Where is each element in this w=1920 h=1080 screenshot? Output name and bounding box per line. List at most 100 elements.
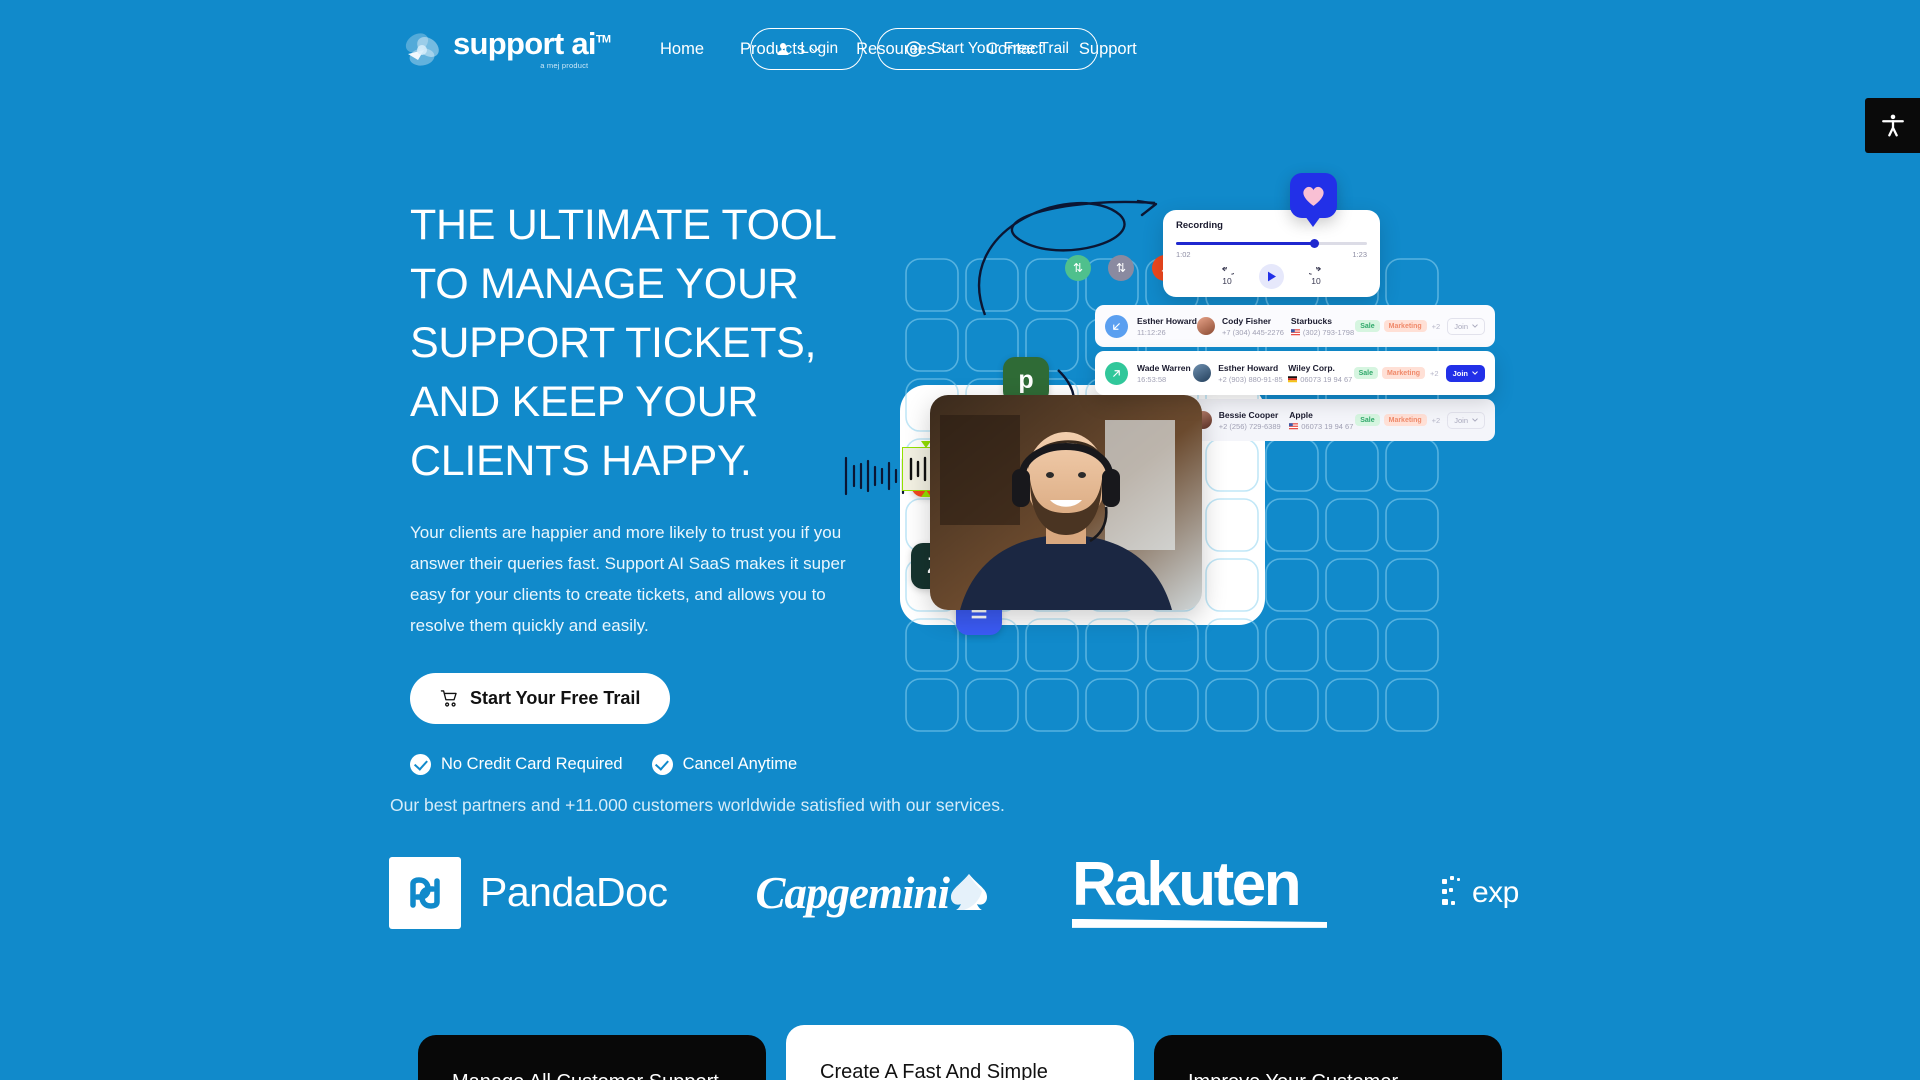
tag-marketing: Marketing [1383,320,1427,332]
rakuten-underline [1072,918,1327,928]
nav-item-home[interactable]: Home [660,40,704,59]
tag-overflow-count: +2 [1430,368,1439,378]
call-time: 11:12:26 [1137,327,1166,337]
login-label: Login [800,40,839,57]
feature-cards: Manage All Customer Support Create A Fas… [0,1025,1920,1080]
logo-swirl-icon [398,26,446,74]
capgemini-label: Capgemini [755,867,950,918]
company-phone-text: 06073 19 94 67 [1300,374,1353,384]
partners-caption: Our best partners and +11.000 customers … [390,795,1005,815]
assurance-no-credit-card: No Credit Card Required [410,754,623,775]
skip-forward-seconds: 10 [1311,276,1321,286]
tag-sale: Sale [1355,320,1380,332]
feature-card-create-fast-simple[interactable]: Create A Fast And Simple [786,1025,1134,1080]
flag-de-icon [1288,376,1298,383]
tag-marketing: Marketing [1383,414,1427,426]
header-actions: Login Start Your Free Trail [750,0,1920,98]
contact-name: Cody Fisher [1222,315,1272,326]
call-time: 16:53:58 [1137,374,1167,384]
start-free-trial-button[interactable]: Start Your Free Trail [877,28,1098,70]
join-button[interactable]: Join [1447,411,1485,429]
chevron-down-icon [1472,418,1478,422]
agent-name: Wade Warren [1137,362,1191,373]
capgemini-spade-icon [951,873,987,910]
hero-content: THE ULTIMATE TOOL TO MANAGE YOUR SUPPORT… [410,196,880,775]
exp-dots-icon [1442,875,1460,905]
tag-sale: Sale [1355,414,1380,426]
recording-label: Recording [1176,220,1223,231]
assurance-label: Cancel Anytime [682,755,798,773]
table-row[interactable]: Wade Warren 16:53:58 Esther Howard +2 (9… [1095,351,1495,395]
contact-name: Bessie Cooper [1218,409,1279,420]
hero-start-free-trial-button[interactable]: Start Your Free Trail [410,673,671,724]
nav-label: Home [660,39,705,58]
logo-wordmark: support ai [453,26,597,61]
tag-overflow-count: +2 [1431,321,1441,331]
partner-logo-pandadoc: PandaDoc [389,856,668,929]
flag-us-icon [1289,423,1299,430]
recording-progress-track[interactable] [1176,238,1367,248]
tag-sale: Sale [1353,367,1378,379]
badge-transfer-icon: ⇅ [1108,255,1134,281]
company-phone-text: (302) 793-1798 [1302,327,1355,337]
recording-card: Recording 1:02 1:23 10 10 [1163,210,1380,297]
agent-name: Esther Howard [1137,315,1197,326]
support-agent-image [930,395,1202,610]
check-circle-icon [410,754,431,775]
contact-phone: +2 (903) 880-91-85 [1218,374,1283,384]
contact-phone: +2 (256) 729-6389 [1218,421,1281,431]
hero-paragraph: Your clients are happier and more likely… [410,523,846,635]
company-name: Starbucks [1290,315,1332,326]
skip-back-button[interactable]: 10 [1220,267,1234,286]
contact-name: Esther Howard [1218,362,1279,373]
pandadoc-label: PandaDoc [480,869,668,915]
join-button-active[interactable]: Join [1445,364,1486,382]
join-label: Join [1454,415,1468,425]
reaction-bubble [1290,173,1337,227]
call-direction-outgoing-icon [1105,361,1128,385]
user-icon [777,43,789,55]
avatar [1193,364,1212,382]
title-line-1: THE ULTIMATE TOOL [410,201,837,249]
title-line-4: AND KEEP YOUR [410,378,759,426]
logo-subtitle: a mej product [540,61,589,70]
company-phone-text: 06073 19 94 67 [1301,421,1354,431]
table-row[interactable]: Esther Howard 11:12:26 Cody Fisher +7 (3… [1095,305,1495,347]
heart-icon [1303,186,1324,206]
agent-photo [930,395,1202,610]
call-direction-incoming-icon [1105,314,1128,338]
company-name: Apple [1289,409,1313,420]
badge-merge-icon: ⇅ [1065,255,1091,281]
recording-time-total: 1:23 [1352,250,1367,259]
skip-back-seconds: 10 [1222,276,1232,286]
contact-phone: +7 (304) 445-2276 [1222,327,1284,337]
play-button[interactable] [1259,264,1284,289]
accessibility-icon [1881,114,1904,136]
logo[interactable]: support aiTM a mej product [398,24,611,74]
hero-cta-row: Start Your Free Trail [410,673,880,724]
hero-illustration: ⇅ ⇅ ↗ p ✵ ✱ ✦ Z ☁ ☰ Recording 1:02 1:23 … [844,173,1500,735]
join-label: Join [1452,368,1469,378]
flag-us-icon [1290,329,1300,336]
rakuten-label: Rakuten [1072,850,1302,920]
exp-label: exp [1472,875,1519,909]
join-button[interactable]: Join [1447,317,1485,335]
pandadoc-mark-icon [389,856,461,929]
play-icon [1267,271,1276,282]
feature-card-improve-customer[interactable]: Improve Your Customer [1154,1035,1502,1080]
login-button[interactable]: Login [750,28,864,70]
company-phone: 06073 19 94 67 [1289,422,1355,431]
chevron-down-icon [1472,371,1478,375]
partner-logo-rakuten: Rakuten [1072,850,1327,928]
skip-forward-button[interactable]: 10 [1309,267,1323,286]
rewind-icon [1222,267,1234,275]
fast-forward-icon [1309,267,1321,275]
partner-logo-exp: exp [1442,875,1519,910]
trial-label: Start Your Free Trail [931,40,1069,57]
title-line-5: CLIENTS HAPPY. [410,437,752,485]
recording-progress-fill [1176,242,1314,245]
feature-card-title: Create A Fast And Simple [820,1061,1048,1080]
accessibility-widget-button[interactable] [1865,98,1920,153]
feature-card-manage-support[interactable]: Manage All Customer Support [418,1035,766,1080]
recording-progress-knob[interactable] [1309,238,1319,248]
